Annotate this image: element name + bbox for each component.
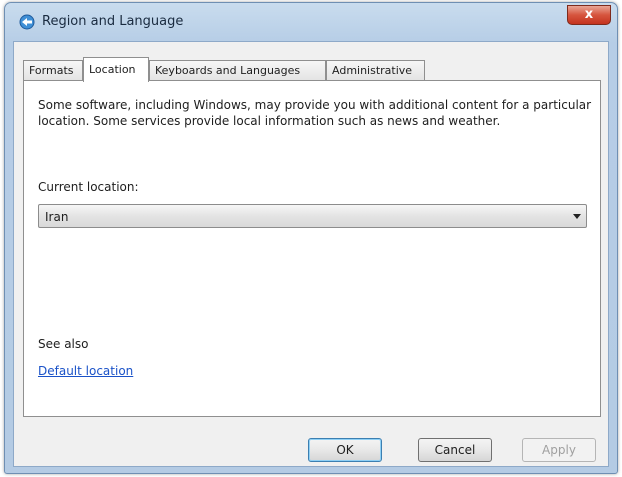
see-also-label: See also — [38, 337, 89, 351]
close-icon: x — [584, 7, 594, 22]
region-language-window: Region and Language x Formats Location K… — [4, 2, 618, 474]
location-panel: Some software, including Windows, may pr… — [23, 80, 601, 417]
current-location-label: Current location: — [38, 180, 139, 194]
chevron-down-icon — [573, 214, 581, 219]
close-button[interactable]: x — [567, 5, 611, 25]
tab-keyboards-and-languages[interactable]: Keyboards and Languages — [149, 60, 326, 81]
tab-administrative[interactable]: Administrative — [326, 60, 425, 81]
current-location-value: Iran — [45, 210, 69, 224]
location-description: Some software, including Windows, may pr… — [38, 98, 592, 128]
apply-button[interactable]: Apply — [522, 438, 596, 462]
title-bar[interactable]: Region and Language x — [5, 3, 617, 41]
ok-button[interactable]: OK — [308, 438, 382, 462]
globe-arrow-icon — [19, 14, 35, 30]
window-title: Region and Language — [42, 14, 184, 29]
cancel-button[interactable]: Cancel — [418, 438, 492, 462]
default-location-link[interactable]: Default location — [38, 364, 133, 378]
tab-formats[interactable]: Formats — [23, 60, 83, 81]
current-location-dropdown[interactable]: Iran — [38, 204, 587, 228]
dialog-body: Formats Location Keyboards and Languages… — [13, 41, 609, 467]
tab-location[interactable]: Location — [83, 57, 149, 82]
